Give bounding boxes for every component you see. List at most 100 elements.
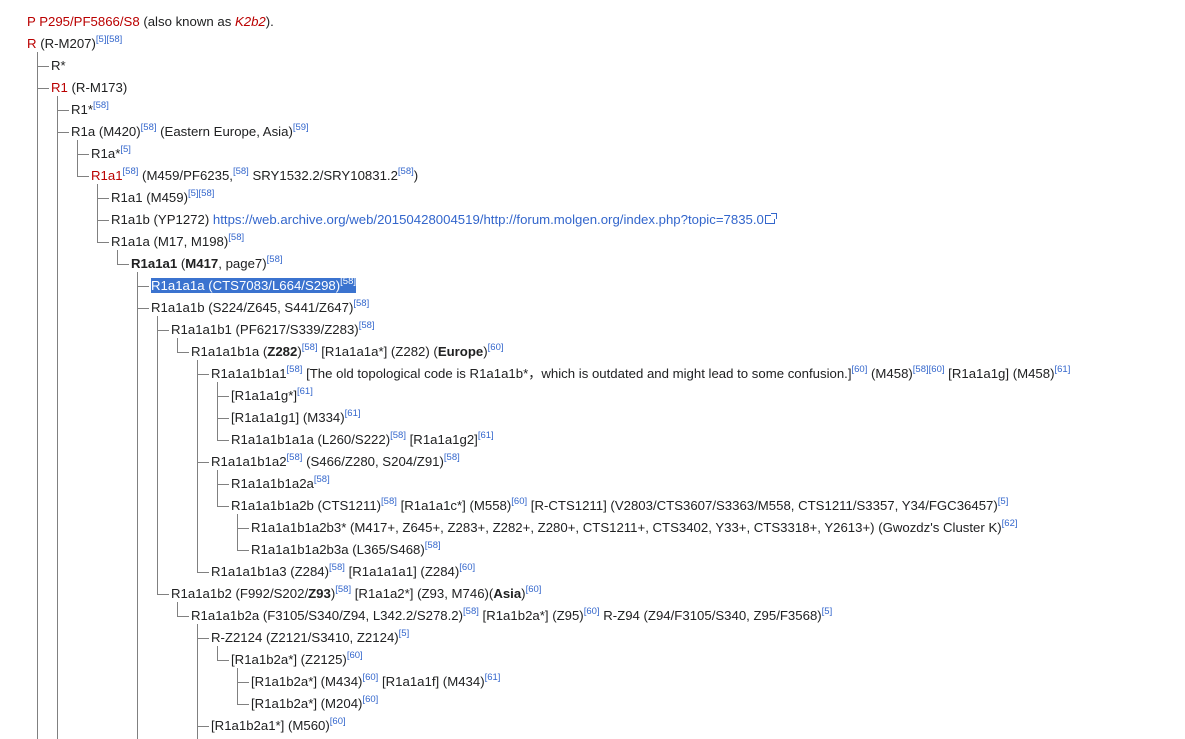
selected-text[interactable]: R1a1a1a (CTS7083/L664/S298)[58] [151, 276, 357, 293]
tree-node-b2a: R1a1a1b2a (F3105/S340/Z94, L342.2/S278.2… [191, 607, 832, 625]
node-link[interactable]: P P295/PF5866/S8 [27, 14, 140, 29]
citation-link[interactable]: [61] [297, 386, 313, 397]
tree-line [37, 66, 49, 67]
tree-line [177, 602, 178, 616]
citation-link[interactable]: [58] [233, 166, 249, 177]
node-text: , page7) [218, 256, 267, 271]
node-text: (M458) [867, 366, 913, 381]
citation-link[interactable]: [58] [93, 100, 109, 111]
citation-link[interactable]: [58] [302, 342, 318, 353]
citation-link[interactable]: [58] [314, 474, 330, 485]
tree-line [237, 704, 249, 705]
citation-link[interactable]: [59] [293, 122, 309, 133]
tree-node-r1star: R1*[58] [71, 101, 109, 119]
tree-line [237, 528, 249, 529]
tree-line [197, 374, 209, 375]
node-link[interactable]: R [27, 36, 37, 51]
citation-link[interactable]: [5] [399, 628, 410, 639]
node-text: R1a1a1b1a2b3a (L365/S468) [251, 542, 425, 557]
citation-link[interactable]: [58] [141, 122, 157, 133]
tree-node-r: R (R-M207)[5][58] [27, 35, 122, 53]
tree-line [97, 242, 109, 243]
citation-link[interactable]: [60] [330, 716, 346, 727]
external-link-icon[interactable] [764, 213, 777, 224]
citation-link[interactable]: [61] [1054, 364, 1070, 375]
citation-link[interactable]: [58] [335, 584, 351, 595]
node-text: [R1a1b2a1*] (M560) [211, 718, 330, 733]
tree-line [77, 140, 78, 176]
tree-line [217, 418, 229, 419]
node-text: R1a1a (M17, M198) [111, 234, 229, 249]
tree-node-r1a1-m459: R1a1 (M459)[5][58] [111, 189, 214, 207]
node-text: R1a1a1b1a2b (CTS1211) [231, 498, 382, 513]
tree-line [57, 96, 58, 739]
citation-link[interactable]: [60] [929, 364, 945, 375]
citation-link[interactable]: [58] [425, 540, 441, 551]
citation-link[interactable]: [61] [345, 408, 361, 419]
tree-line [197, 638, 209, 639]
node-text: [The old topological code is R1a1a1b*，wh… [302, 366, 852, 381]
citation-link[interactable]: [58] [381, 496, 397, 507]
citation-link[interactable]: [60] [362, 672, 378, 683]
citation-link[interactable]: [58] [228, 232, 244, 243]
tree-node-r1a1a1a-selected[interactable]: R1a1a1a (CTS7083/L664/S298)[58] [151, 276, 357, 295]
tree-line [57, 110, 69, 111]
citation-link[interactable]: [58] [199, 188, 215, 199]
node-text: R1a1a1a (CTS7083/L664/S298) [151, 278, 341, 293]
citation-link[interactable]: [60] [584, 606, 600, 617]
citation-link[interactable]: [60] [347, 650, 363, 661]
citation-link[interactable]: [58] [913, 364, 929, 375]
citation-link[interactable]: [5] [120, 144, 131, 155]
citation-link[interactable]: [58] [287, 452, 303, 463]
citation-link[interactable]: [58] [267, 254, 283, 265]
tree-line [97, 198, 109, 199]
citation-link[interactable]: [62] [1002, 518, 1018, 529]
node-text: [R-CTS1211] (V2803/CTS3607/S3363/M558, C… [527, 498, 998, 513]
citation-link[interactable]: [60] [488, 342, 504, 353]
node-link[interactable]: R1a1 [91, 168, 123, 183]
tree-line [197, 624, 198, 739]
tree-node-rz2124: R-Z2124 (Z2121/S3410, Z2124)[5] [211, 629, 409, 647]
node-text: (R-M173) [67, 80, 128, 95]
node-text: (M459/PF6235, [138, 168, 233, 183]
citation-link[interactable]: [58] [398, 166, 414, 177]
citation-link[interactable]: [60] [526, 584, 542, 595]
tree-node-r1a1: R1a1[58] (M459/PF6235,[58] SRY1532.2/SRY… [91, 167, 418, 185]
external-url-link[interactable]: https://web.archive.org/web/201504280045… [213, 212, 764, 227]
citation-link[interactable]: [5] [822, 606, 833, 617]
node-italic-link[interactable]: K2b2 [235, 14, 266, 29]
tree-node-b1a2: R1a1a1b1a2[58] (S466/Z280, S204/Z91)[58] [211, 453, 460, 471]
citation-link[interactable]: [5] [96, 34, 107, 45]
node-text: R1a1a1b (S224/Z645, S441/Z647) [151, 300, 354, 315]
citation-link[interactable]: [58] [340, 276, 356, 287]
citation-link[interactable]: [58] [444, 452, 460, 463]
citation-link[interactable]: [58] [123, 166, 139, 177]
tree-node-b2: R1a1a1b2 (F992/S202/Z93)[58] [R1a1a2*] (… [171, 585, 541, 603]
citation-link[interactable]: [60] [852, 364, 868, 375]
citation-link[interactable]: [58] [329, 562, 345, 573]
tree-node-m434: [R1a1b2a*] (M434)[60] [R1a1a1f] (M434)[6… [251, 673, 500, 691]
citation-link[interactable]: [60] [511, 496, 527, 507]
citation-link[interactable]: [58] [353, 298, 369, 309]
citation-link[interactable]: [58] [359, 320, 375, 331]
citation-link[interactable]: [60] [459, 562, 475, 573]
node-text: (Eastern Europe, Asia) [156, 124, 293, 139]
tree-line [197, 462, 209, 463]
citation-link[interactable]: [61] [478, 430, 494, 441]
citation-link[interactable]: [58] [287, 364, 303, 375]
tree-node-r1a: R1a (M420)[58] (Eastern Europe, Asia)[59… [71, 123, 309, 141]
citation-link[interactable]: [58] [106, 34, 122, 45]
node-text: [R1a1a2*] (Z93, M746)( [351, 586, 494, 601]
node-text: R1a1a1b1a2 [211, 454, 287, 469]
citation-link[interactable]: [5] [188, 188, 199, 199]
node-text: R1a1a1b2a (F3105/S340/Z94, L342.2/S278.2… [191, 608, 464, 623]
citation-link[interactable]: [5] [998, 496, 1009, 507]
citation-link[interactable]: [61] [485, 672, 501, 683]
tree-node-r1astar: R1a*[5] [91, 145, 131, 163]
citation-link[interactable]: [58] [390, 430, 406, 441]
node-link[interactable]: R1 [51, 80, 68, 95]
tree-line [137, 286, 149, 287]
node-text: R-Z2124 (Z2121/S3410, Z2124) [211, 630, 399, 645]
citation-link[interactable]: [60] [362, 694, 378, 705]
citation-link[interactable]: [58] [463, 606, 479, 617]
